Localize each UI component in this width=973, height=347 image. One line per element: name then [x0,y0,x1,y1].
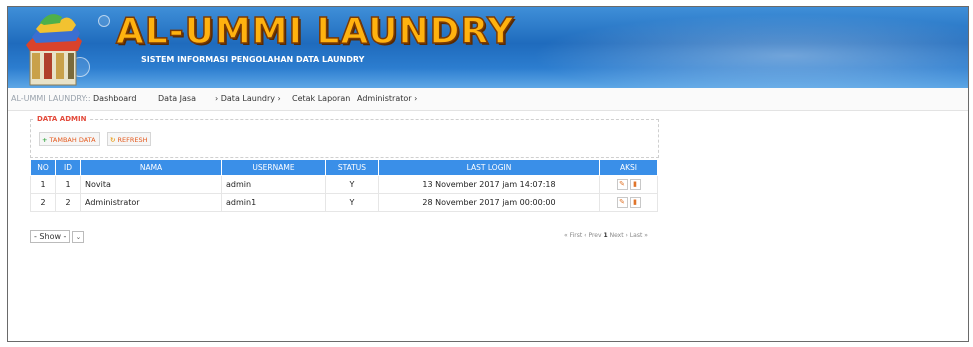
cell-last-login: 13 November 2017 jam 14:07:18 [378,175,600,194]
laundry-logo-icon [26,14,82,86]
nav-item-cetak-laporan[interactable]: Cetak Laporan [292,94,350,103]
table-header-row: NO ID NAMA USERNAME STATUS LAST LOGIN AK… [30,159,658,176]
refresh-icon: ↻ [110,136,116,144]
site-subtitle: SISTEM INFORMASI PENGOLAHAN DATA LAUNDRY [141,55,365,64]
column-header-nama: NAMA [80,159,222,176]
page-size-control: - Show - ⌄ [30,230,85,243]
cell-actions: ✎ ▮ [599,175,658,194]
column-header-status: STATUS [325,159,379,176]
column-header-username: USERNAME [221,159,326,176]
nav-item-dashboard[interactable]: Dashboard [93,94,136,103]
cell-status: Y [325,175,379,194]
pagination: « First ‹ Prev 1 Next › Last » [564,232,648,239]
nav-bar: AL-UMMI LAUNDRY:: Dashboard Data Jasa › … [8,88,968,111]
nav-item-administrator[interactable]: Administrator › [357,94,417,103]
cell-no: 2 [30,193,56,212]
cell-id: 2 [55,193,81,212]
panel-legend: DATA ADMIN [35,115,89,123]
cell-username: admin1 [221,193,326,212]
site-header: AL-UMMI LAUNDRY SISTEM INFORMASI PENGOLA… [8,7,968,88]
show-select[interactable]: - Show - [30,230,71,243]
edit-icon[interactable]: ✎ [616,179,628,190]
table-row: 2 2 Administrator admin1 Y 28 November 2… [30,193,658,212]
cell-last-login: 28 November 2017 jam 00:00:00 [378,193,600,212]
admin-table: NO ID NAMA USERNAME STATUS LAST LOGIN AK… [30,159,658,212]
bubble-decoration [98,15,110,27]
column-header-no: NO [30,159,56,176]
chevron-down-icon[interactable]: ⌄ [72,230,85,243]
pager-next-link[interactable]: Next › [610,232,628,239]
cell-username: admin [221,175,326,194]
cell-actions: ✎ ▮ [599,193,658,212]
cell-status: Y [325,193,379,212]
data-admin-panel: DATA ADMIN + TAMBAH DATA ↻ REFRESH [30,115,659,158]
nav-item-data-jasa[interactable]: Data Jasa [158,94,196,103]
pager-first-link[interactable]: « First [564,232,582,239]
add-data-label: TAMBAH DATA [49,136,96,144]
cell-nama: Administrator [80,193,222,212]
pager-current-page: 1 [603,232,608,239]
column-header-id: ID [55,159,81,176]
cell-id: 1 [55,175,81,194]
pager-prev-link[interactable]: ‹ Prev [584,232,601,239]
header-glow [488,7,968,88]
table-row: 1 1 Novita admin Y 13 November 2017 jam … [30,175,658,194]
nav-brand[interactable]: AL-UMMI LAUNDRY:: [11,94,91,103]
app-window: AL-UMMI LAUNDRY SISTEM INFORMASI PENGOLA… [7,6,969,342]
site-title: AL-UMMI LAUNDRY [115,10,515,53]
refresh-label: REFRESH [117,136,148,144]
delete-icon[interactable]: ▮ [629,179,641,190]
add-data-button[interactable]: + TAMBAH DATA [39,132,100,146]
cell-nama: Novita [80,175,222,194]
delete-icon[interactable]: ▮ [629,197,641,208]
nav-item-data-laundry[interactable]: › Data Laundry › [215,94,281,103]
pager-last-link[interactable]: Last » [630,232,648,239]
column-header-aksi: AKSI [599,159,658,176]
refresh-button[interactable]: ↻ REFRESH [107,132,152,146]
column-header-last-login: LAST LOGIN [378,159,600,176]
cell-no: 1 [30,175,56,194]
plus-icon: + [42,136,48,144]
edit-icon[interactable]: ✎ [616,197,628,208]
